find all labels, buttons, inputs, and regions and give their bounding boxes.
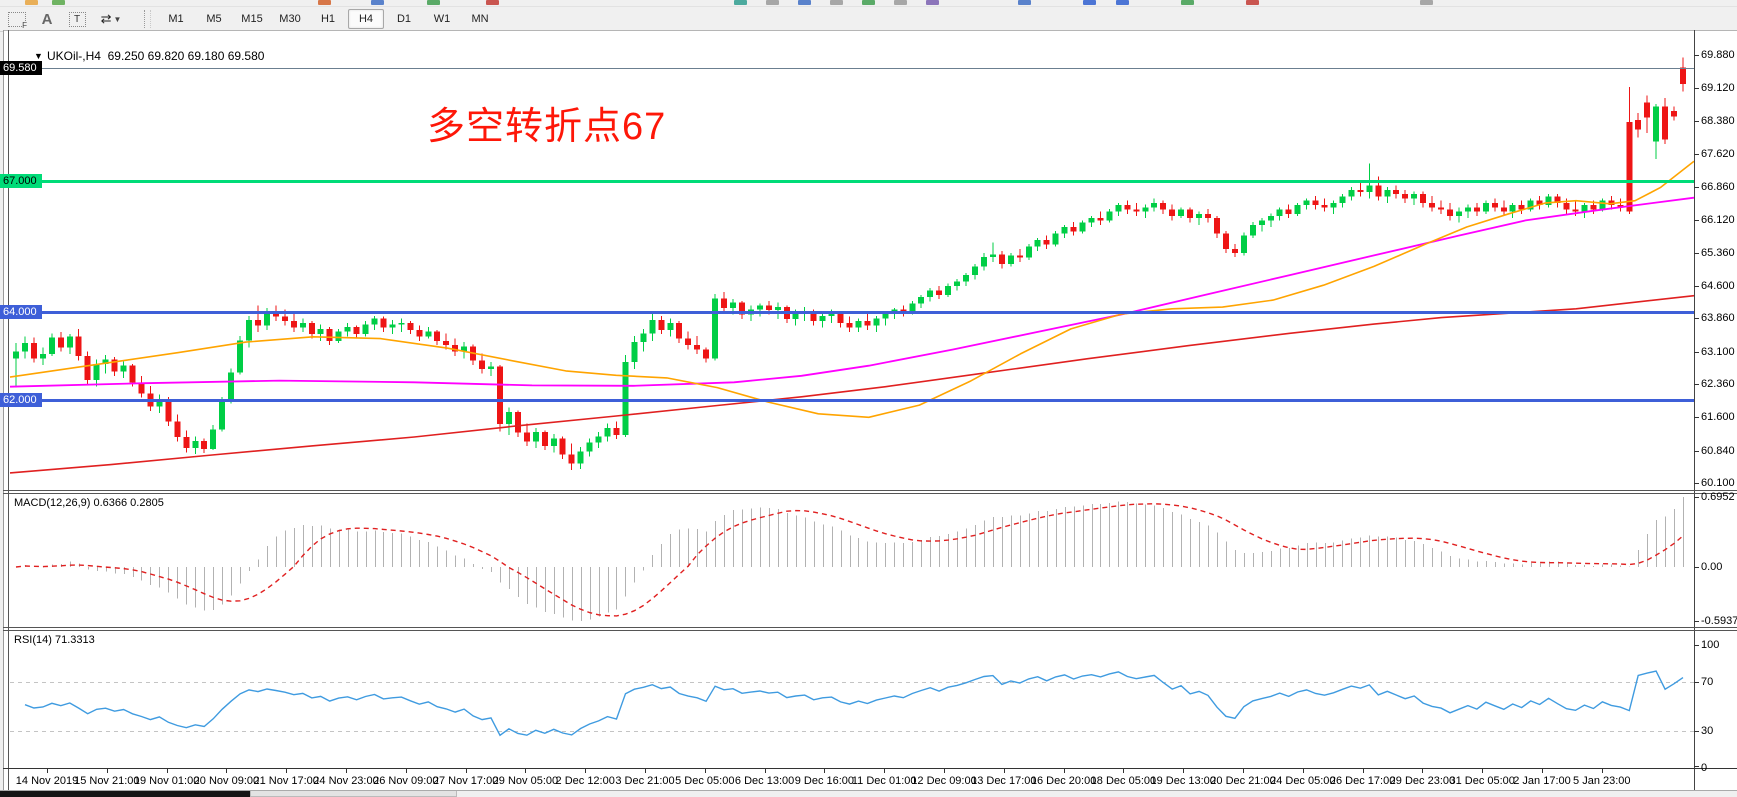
mt4-chart-window: F A T ⇄ ▼ M1M5M15M30H1H4D1W1MN ▼UKOil-,H… (0, 0, 1737, 797)
chart-plot-area[interactable] (0, 0, 1737, 797)
